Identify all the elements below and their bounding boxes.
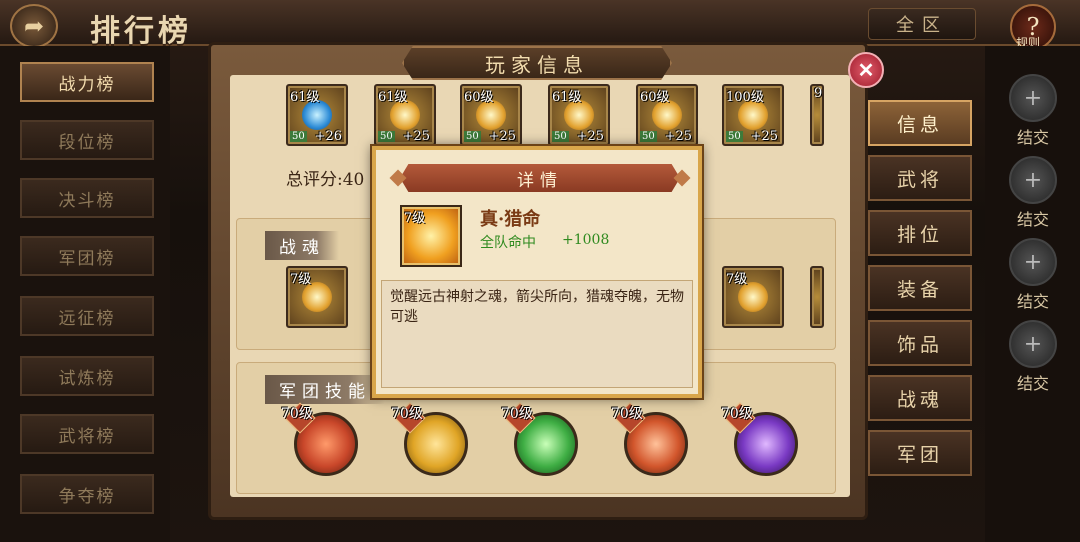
add-friend-icon: + bbox=[1009, 156, 1057, 204]
soul-slot[interactable]: 7级 bbox=[722, 266, 784, 328]
soul-slot[interactable]: 7级 bbox=[286, 266, 348, 328]
back-arrow-icon: ➦ bbox=[23, 12, 45, 40]
item-name: 真·猎命 bbox=[480, 209, 541, 230]
sidebar-item-trial[interactable]: 试炼榜 bbox=[20, 356, 154, 396]
item-description: 觉醒远古神射之魂，箭尖所向，猎魂夺魄，无物可逃 bbox=[390, 289, 684, 325]
equipment-level: 60级 bbox=[640, 90, 670, 105]
sidebar-item-rank[interactable]: 段位榜 bbox=[20, 120, 154, 160]
add-friend-icon: + bbox=[1009, 74, 1057, 122]
equipment-level: 61级 bbox=[378, 90, 408, 105]
equipment-slot[interactable]: 61级 50 +25 bbox=[548, 84, 610, 146]
friend-label: 结交 bbox=[1016, 210, 1049, 229]
legion-skill[interactable]: 70级 bbox=[281, 402, 358, 476]
skill-level: 70级 bbox=[721, 406, 753, 422]
skill-level: 70级 bbox=[391, 406, 423, 422]
friend-entry[interactable]: + 结交 bbox=[1001, 74, 1065, 148]
equipment-stars: 50 bbox=[290, 131, 307, 142]
section-label: 战魂 bbox=[265, 231, 339, 260]
panel-title: 玩家信息 bbox=[402, 46, 672, 80]
tab-accessories[interactable]: 饰品 bbox=[868, 320, 972, 366]
equipment-slot[interactable]: 60级 50 +25 bbox=[460, 84, 522, 146]
friend-label: 结交 bbox=[1016, 374, 1049, 393]
sidebar-item-legion[interactable]: 军团榜 bbox=[20, 236, 154, 276]
equipment-slot[interactable]: 60级 50 +25 bbox=[636, 84, 698, 146]
equipment-slot[interactable]: 61级 50 +25 bbox=[374, 84, 436, 146]
skill-level: 70级 bbox=[611, 406, 643, 422]
total-score: 总评分:40 bbox=[286, 170, 365, 190]
equipment-slot[interactable]: 9 bbox=[810, 84, 824, 146]
sidebar-item-power[interactable]: 战力榜 bbox=[20, 62, 154, 102]
stat-value: +1008 bbox=[562, 232, 610, 248]
tab-equipment[interactable]: 装备 bbox=[868, 265, 972, 311]
soul-item-icon: 7级 bbox=[400, 205, 462, 267]
legion-skill[interactable]: 70级 bbox=[391, 402, 468, 476]
skill-level: 70级 bbox=[501, 406, 533, 422]
equipment-stars: 50 bbox=[552, 131, 569, 142]
sidebar-item-duel[interactable]: 决斗榜 bbox=[20, 178, 154, 218]
description-box: 觉醒远古神射之魂，箭尖所向，猎魂夺魄，无物可逃 bbox=[381, 280, 693, 388]
soul-level: 7级 bbox=[290, 272, 312, 287]
close-icon: ✕ bbox=[857, 58, 875, 82]
equipment-level: 100级 bbox=[726, 90, 764, 105]
equipment-plus: +25 bbox=[750, 129, 778, 144]
equipment-slot[interactable]: 100级 50 +25 bbox=[722, 84, 784, 146]
equipment-slot[interactable]: 61级 50 +26 bbox=[286, 84, 348, 146]
soul-level: 7级 bbox=[726, 272, 748, 287]
sidebar-item-general[interactable]: 武将榜 bbox=[20, 414, 154, 454]
equipment-level: 61级 bbox=[552, 90, 582, 105]
item-level: 7级 bbox=[404, 211, 426, 226]
equipment-level: 61级 bbox=[290, 90, 320, 105]
equipment-plus: +25 bbox=[488, 129, 516, 144]
legion-skill[interactable]: 70级 bbox=[611, 402, 688, 476]
dialog-title: 详情 bbox=[400, 164, 680, 192]
tab-generals[interactable]: 武将 bbox=[868, 155, 972, 201]
section-label: 军团技能 bbox=[265, 375, 385, 404]
equipment-plus: +25 bbox=[664, 129, 692, 144]
equipment-level: 60级 bbox=[464, 90, 494, 105]
soul-slot[interactable] bbox=[810, 266, 824, 328]
legion-skill[interactable]: 70级 bbox=[721, 402, 798, 476]
equipment-plus: +25 bbox=[576, 129, 604, 144]
add-friend-icon: + bbox=[1009, 320, 1057, 368]
stat-name: 全队命中 bbox=[480, 235, 536, 251]
equipment-level: 9 bbox=[814, 86, 823, 101]
tab-info[interactable]: 信息 bbox=[868, 100, 972, 146]
equipment-stars: 50 bbox=[378, 131, 395, 142]
friend-label: 结交 bbox=[1016, 292, 1049, 311]
tab-souls[interactable]: 战魂 bbox=[868, 375, 972, 421]
friend-entry[interactable]: + 结交 bbox=[1001, 238, 1065, 312]
tab-legion[interactable]: 军团 bbox=[868, 430, 972, 476]
close-button[interactable]: ✕ bbox=[848, 52, 884, 88]
friend-label: 结交 bbox=[1016, 128, 1049, 147]
add-friend-icon: + bbox=[1009, 238, 1057, 286]
sidebar-item-contest[interactable]: 争夺榜 bbox=[20, 474, 154, 514]
page-title: 排行榜 bbox=[90, 14, 192, 49]
friend-entry[interactable]: + 结交 bbox=[1001, 320, 1065, 394]
ranking-sidebar: 战力榜 段位榜 决斗榜 军团榜 远征榜 试炼榜 武将榜 争夺榜 bbox=[0, 46, 170, 542]
skill-level: 70级 bbox=[281, 406, 313, 422]
friends-column: + 结交 + 结交 + 结交 + 结交 bbox=[985, 46, 1080, 542]
back-button[interactable]: ➦ bbox=[10, 4, 58, 48]
region-selector[interactable]: 全区 bbox=[868, 8, 976, 40]
equipment-stars: 50 bbox=[726, 131, 743, 142]
sidebar-item-expedition[interactable]: 远征榜 bbox=[20, 296, 154, 336]
equipment-stars: 50 bbox=[640, 131, 657, 142]
friend-entry[interactable]: + 结交 bbox=[1001, 156, 1065, 230]
equipment-plus: +26 bbox=[314, 129, 342, 144]
tab-ranking[interactable]: 排位 bbox=[868, 210, 972, 256]
legion-skill[interactable]: 70级 bbox=[501, 402, 578, 476]
equipment-stars: 50 bbox=[464, 131, 481, 142]
equipment-plus: +25 bbox=[402, 129, 430, 144]
